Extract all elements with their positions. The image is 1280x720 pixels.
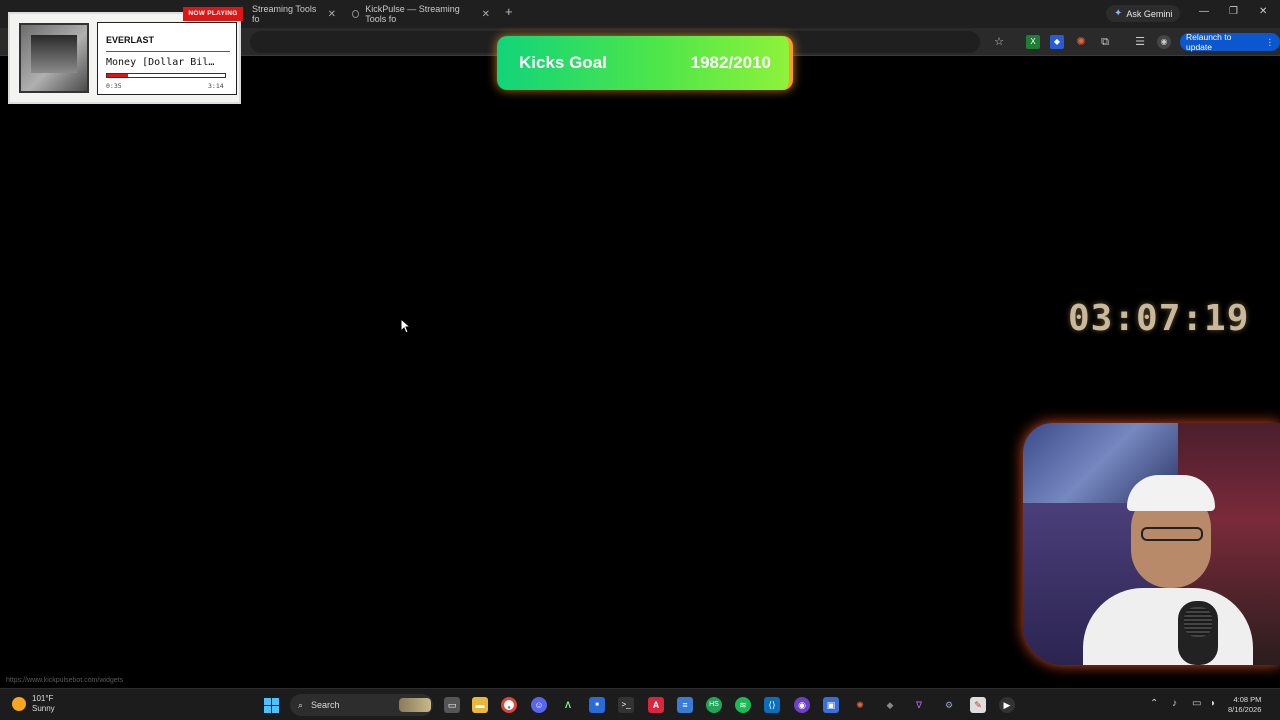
- browser-tab-streaming-tools[interactable]: Streaming Tools fo ✕: [246, 4, 342, 24]
- goal-value: 1982/2010: [690, 53, 771, 72]
- close-tab-icon[interactable]: ✕: [482, 9, 490, 20]
- gemini-spark-icon: ✦: [1114, 8, 1123, 19]
- search-icon: ⌕: [298, 699, 304, 710]
- webcam-feed: [1023, 423, 1280, 665]
- microphone-tray-icon[interactable]: ♪: [1172, 698, 1177, 709]
- windows-taskbar: 101°F Sunny ⌕ Search ▭ ▬ ● ☺ Λ ■ >_ A ≡ …: [0, 688, 1280, 720]
- search-label: Search: [311, 700, 340, 710]
- windows-start-icon[interactable]: [264, 698, 279, 713]
- app-paint-icon[interactable]: ✎: [970, 697, 986, 713]
- song-title: Money [Dollar Bil…: [106, 57, 215, 68]
- profile-avatar-icon[interactable]: ◉: [1157, 35, 1171, 49]
- bookmark-star-icon[interactable]: ☆: [992, 35, 1006, 49]
- mouse-cursor-icon: [400, 318, 412, 334]
- weather-widget[interactable]: 101°F Sunny: [12, 694, 55, 714]
- tab-label: KickPulse — Streaming Tools fo: [365, 4, 460, 24]
- shield-extension-icon[interactable]: ◆: [1050, 35, 1064, 49]
- discord-icon[interactable]: ☺: [531, 697, 547, 713]
- artist-name: EVERLAST: [106, 35, 155, 45]
- app-tile-icon[interactable]: ■: [589, 697, 605, 713]
- more-menu-icon: ⋮: [1265, 36, 1275, 47]
- song-duration: 3:14: [208, 82, 224, 90]
- browser-tab-kickpulse[interactable]: KickPulse — Streaming Tools fo ✕: [346, 4, 496, 24]
- status-url: https://www.kickpulsebot.com/widgets: [6, 677, 124, 684]
- microphone-icon: [1178, 601, 1218, 665]
- app-red-a-icon[interactable]: A: [648, 697, 664, 713]
- elapsed-time: 0:35: [106, 82, 122, 90]
- now-playing-badge: NOW PLAYING: [183, 7, 243, 21]
- hs-app-icon[interactable]: HS: [706, 697, 722, 713]
- github-icon[interactable]: ◉: [794, 697, 810, 713]
- app-blue-icon[interactable]: ▣: [823, 697, 839, 713]
- weather-temperature: 101°F: [32, 694, 54, 703]
- restore-icon[interactable]: ❐: [1229, 6, 1238, 17]
- song-progress-fill: [107, 74, 129, 77]
- search-highlight-thumbnail: [399, 698, 431, 712]
- settings-gear-icon[interactable]: ⚙: [941, 697, 957, 713]
- taskbar-clock[interactable]: 4:08 PM 8/16/2026: [1228, 695, 1261, 715]
- taskbar-search-box[interactable]: ⌕ Search: [290, 694, 433, 716]
- close-tab-icon[interactable]: ✕: [328, 9, 336, 20]
- vscode-icon[interactable]: ⟨⟩: [764, 697, 780, 713]
- divider: [106, 51, 230, 52]
- spotify-icon[interactable]: ≋: [735, 697, 751, 713]
- now-playing-widget: EVERLAST Money [Dollar Bil… 0:35 3:14: [8, 12, 241, 104]
- now-playing-card: EVERLAST Money [Dollar Bil… 0:35 3:14: [97, 22, 237, 95]
- tab-favicon-icon: [352, 10, 360, 18]
- sheets-extension-icon[interactable]: X: [1026, 35, 1040, 49]
- stream-timer: 03:07:19: [1068, 298, 1250, 339]
- sun-icon: [12, 697, 26, 711]
- album-art: [19, 23, 89, 93]
- weather-condition: Sunny: [32, 704, 55, 713]
- ask-gemini-button[interactable]: ✦ Ask Gemini: [1106, 5, 1181, 22]
- minimize-icon[interactable]: —: [1199, 6, 1209, 17]
- song-progress-bar: [106, 73, 226, 78]
- task-view-icon[interactable]: ▭: [444, 697, 460, 713]
- kicks-goal-widget: Kicks Goal 1982/2010: [497, 36, 793, 90]
- tray-chevron-up-icon[interactable]: ⌃: [1150, 698, 1158, 709]
- goal-label: Kicks Goal: [519, 53, 607, 72]
- obs-icon[interactable]: ▶: [999, 697, 1015, 713]
- tab-search-icon[interactable]: ☰: [1133, 35, 1147, 49]
- notepad-icon[interactable]: ≡: [677, 697, 693, 713]
- extensions-puzzle-icon[interactable]: ⧉: [1098, 35, 1112, 49]
- tab-label: Streaming Tools fo: [252, 4, 317, 24]
- terminal-icon[interactable]: >_: [618, 697, 634, 713]
- relaunch-to-update-button[interactable]: Relaunch to update ⋮: [1180, 32, 1280, 52]
- chrome-icon[interactable]: ●: [501, 697, 517, 713]
- clock-time: 4:08 PM: [1233, 695, 1262, 704]
- close-window-icon[interactable]: ✕: [1259, 6, 1267, 17]
- volume-icon[interactable]: ◗: [1210, 698, 1216, 709]
- file-explorer-icon[interactable]: ▬: [472, 697, 488, 713]
- app-grey-icon[interactable]: ◆: [882, 697, 898, 713]
- app-v-icon[interactable]: ∇: [911, 697, 927, 713]
- new-tab-plus-icon[interactable]: +: [505, 4, 513, 19]
- clock-date: 8/16/2026: [1228, 705, 1262, 714]
- network-icon[interactable]: ▭: [1192, 698, 1201, 709]
- ask-gemini-label: Ask Gemini: [1126, 8, 1173, 19]
- relaunch-label: Relaunch to update: [1186, 32, 1232, 52]
- starburst-extension-icon[interactable]: ✺: [1074, 35, 1088, 49]
- app-starburst-icon[interactable]: ✺: [852, 697, 868, 713]
- app-a-icon[interactable]: Λ: [560, 697, 576, 713]
